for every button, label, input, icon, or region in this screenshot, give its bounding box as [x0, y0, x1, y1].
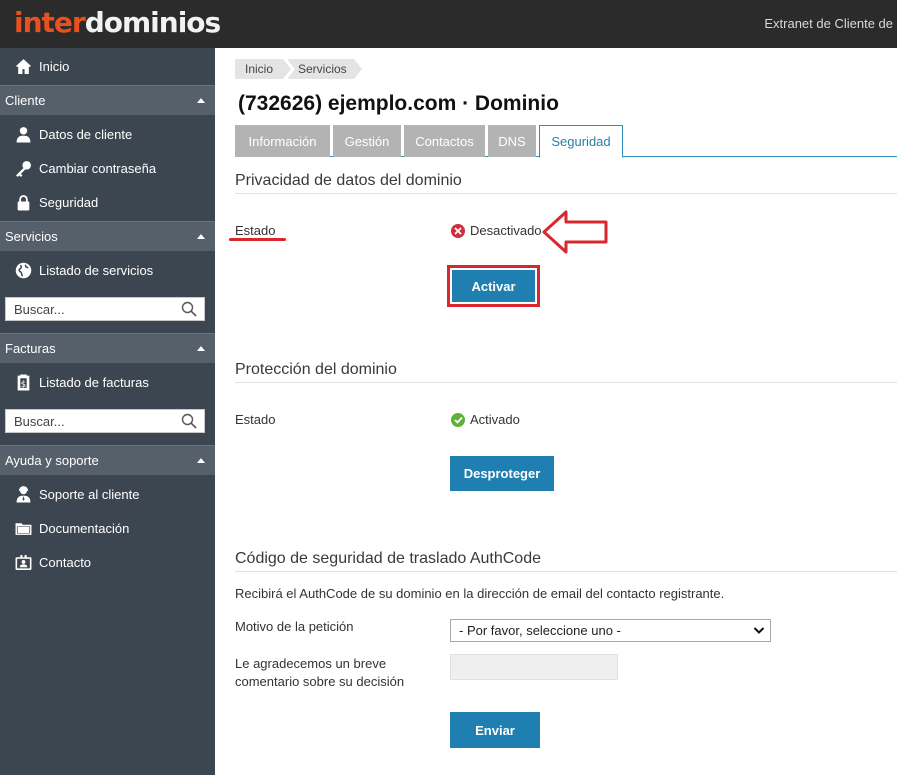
user-icon: [14, 125, 32, 143]
check-circle-icon: [451, 412, 465, 427]
folder-icon: [14, 519, 32, 537]
lock-icon: [14, 193, 32, 211]
divider: [235, 382, 897, 383]
tab-seguridad[interactable]: Seguridad: [539, 125, 623, 158]
comment-label-line2: comentario sobre su decisión: [235, 674, 405, 689]
svg-text:$: $: [20, 379, 25, 389]
annotation-arrow-icon: [542, 210, 608, 254]
collapse-caret-icon: [197, 346, 205, 351]
sidebar: Inicio Cliente Datos de cliente Cambiar …: [0, 48, 215, 775]
extranet-label: Extranet de Cliente de: [764, 16, 893, 31]
page-title: (732626) ejemplo.com · Dominio: [238, 92, 559, 115]
sidebar-item-seguridad[interactable]: Seguridad: [0, 185, 215, 219]
section-ayuda-soporte[interactable]: Ayuda y soporte: [0, 445, 215, 475]
error-circle-icon: [451, 223, 465, 238]
sidebar-item-listado-servicios[interactable]: Listado de servicios: [0, 253, 215, 287]
sidebar-item-contacto[interactable]: Contacto: [0, 545, 215, 579]
tab-contactos[interactable]: Contactos: [404, 125, 485, 157]
breadcrumb-servicios[interactable]: Servicios: [287, 59, 362, 79]
reason-select-value: - Por favor, seleccione uno -: [459, 623, 621, 638]
top-bar: interdominios Extranet de Cliente de: [0, 0, 897, 48]
activar-button[interactable]: Activar: [452, 270, 535, 302]
protection-status-label: Estado: [235, 412, 276, 427]
support-icon: [14, 485, 32, 503]
comment-label-line1: Le agradecemos un breve: [235, 656, 387, 671]
home-icon: [14, 57, 32, 75]
breadcrumb-inicio[interactable]: Inicio: [235, 59, 291, 79]
tab-dns[interactable]: DNS: [488, 125, 536, 157]
authcode-section-title: Código de seguridad de traslado AuthCode: [235, 550, 541, 567]
key-icon: [14, 159, 32, 177]
invoice-icon: $: [14, 373, 32, 391]
desproteger-button[interactable]: Desproteger: [450, 456, 554, 491]
authcode-description: Recibirá el AuthCode de su dominio en la…: [235, 586, 725, 601]
section-servicios[interactable]: Servicios: [0, 221, 215, 251]
privacy-status-value: Desactivado: [470, 223, 542, 238]
section-cliente[interactable]: Cliente: [0, 85, 215, 115]
privacy-status: Desactivado: [451, 223, 542, 238]
servicios-search-input[interactable]: [6, 298, 176, 320]
section-facturas[interactable]: Facturas: [0, 333, 215, 363]
contact-card-icon: [14, 553, 32, 571]
search-icon[interactable]: [181, 301, 197, 317]
reason-label: Motivo de la petición: [235, 619, 354, 634]
facturas-search: [5, 409, 205, 433]
sidebar-item-cambiar-contrasena[interactable]: Cambiar contraseña: [0, 151, 215, 185]
reason-select[interactable]: - Por favor, seleccione uno -: [450, 619, 771, 642]
annotation-underline: [229, 238, 286, 241]
collapse-caret-icon: [197, 98, 205, 103]
divider: [235, 193, 897, 194]
divider: [235, 571, 897, 572]
collapse-caret-icon: [197, 234, 205, 239]
protection-status: Activado: [451, 412, 520, 427]
privacy-section-title: Privacidad de datos del dominio: [235, 172, 462, 189]
globe-icon: [14, 261, 32, 279]
sidebar-item-datos-cliente[interactable]: Datos de cliente: [0, 117, 215, 151]
tab-gestion[interactable]: Gestión: [333, 125, 401, 157]
logo[interactable]: interdominios: [14, 6, 221, 39]
chevron-down-icon: [753, 627, 765, 634]
protection-status-value: Activado: [470, 412, 520, 427]
servicios-search: [5, 297, 205, 321]
privacy-status-label: Estado: [235, 223, 276, 238]
sidebar-item-inicio[interactable]: Inicio: [0, 49, 215, 83]
protection-section-title: Protección del dominio: [235, 361, 397, 378]
comment-input[interactable]: [450, 654, 618, 680]
collapse-caret-icon: [197, 458, 205, 463]
enviar-button[interactable]: Enviar: [450, 712, 540, 748]
sidebar-item-listado-facturas[interactable]: $ Listado de facturas: [0, 365, 215, 399]
search-icon[interactable]: [181, 413, 197, 429]
tab-informacion[interactable]: Información: [235, 125, 330, 157]
sidebar-item-soporte-cliente[interactable]: Soporte al cliente: [0, 477, 215, 511]
sidebar-item-documentacion[interactable]: Documentación: [0, 511, 215, 545]
facturas-search-input[interactable]: [6, 410, 176, 432]
